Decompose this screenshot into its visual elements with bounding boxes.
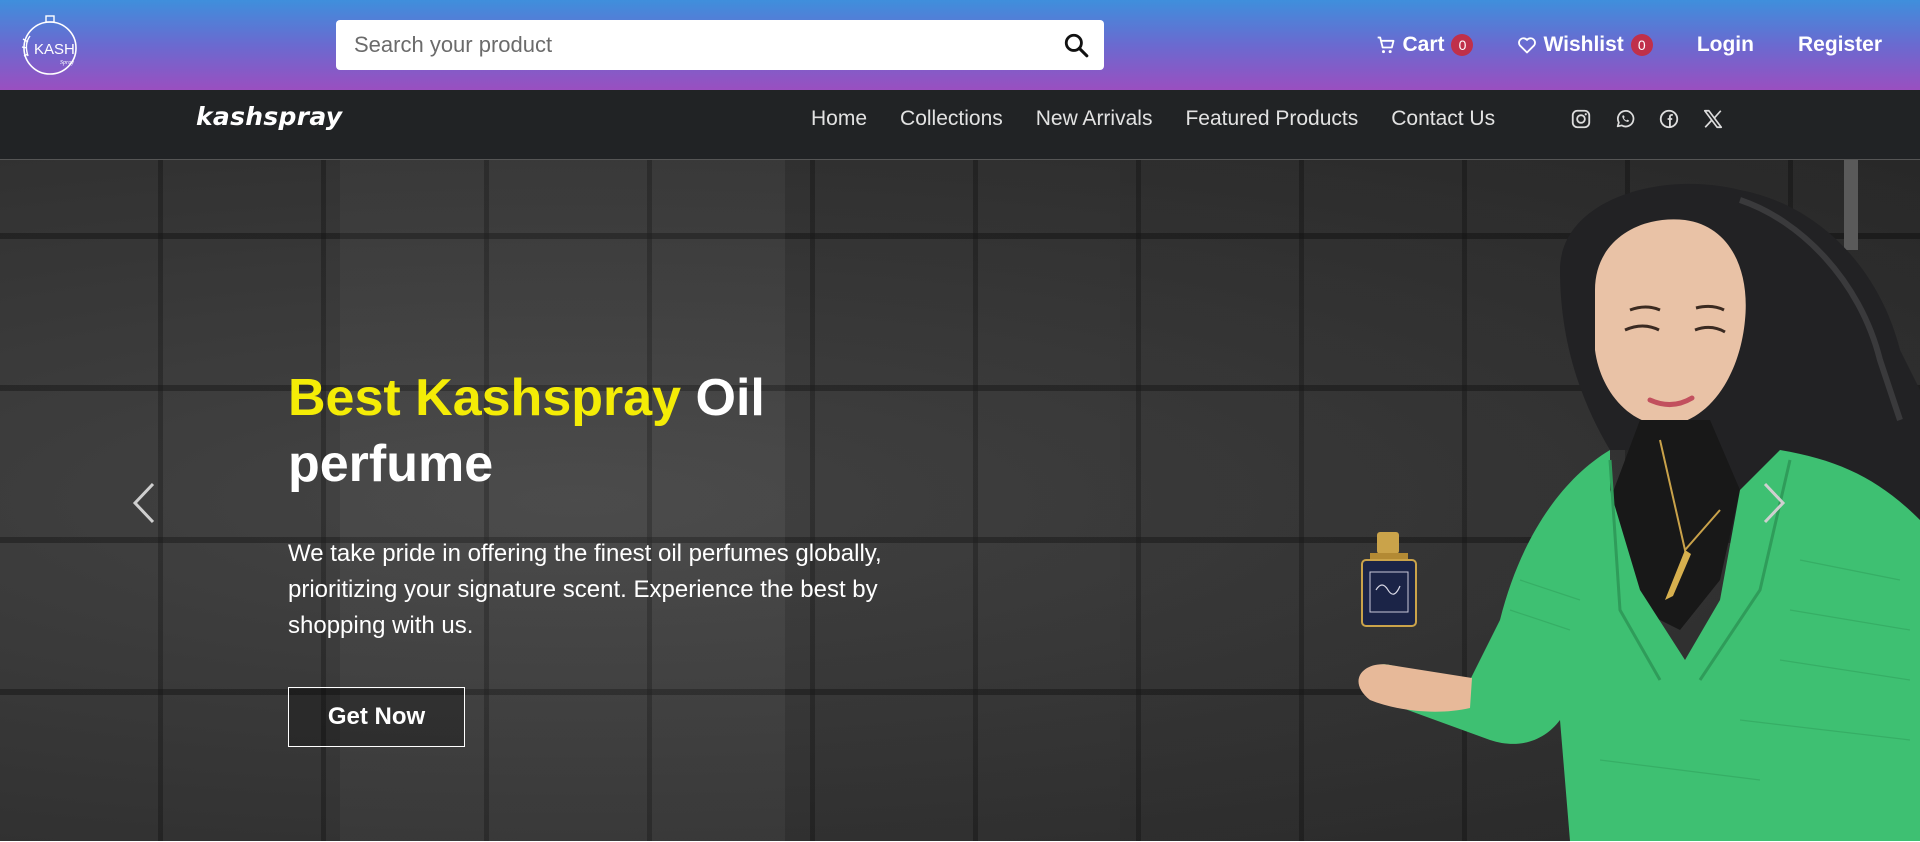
nav-contact-us[interactable]: Contact Us [1391,107,1495,131]
instagram-icon [1571,109,1591,129]
cart-count-badge: 0 [1451,34,1474,56]
search-icon [1064,33,1089,58]
facebook-icon [1659,109,1679,129]
hero-description: We take pride in offering the finest oil… [288,540,882,639]
cart-label: Cart [1402,33,1445,56]
instagram-link[interactable] [1570,108,1592,130]
get-now-button[interactable]: Get Now [288,687,465,747]
hero-headline-highlight: Best Kashspray [288,369,682,427]
nav-new-arrivals[interactable]: New Arrivals [1036,107,1153,131]
cart-link[interactable]: Cart 0 [1376,33,1474,57]
svg-text:Spray: Spray [60,60,74,66]
wishlist-label: Wishlist [1543,33,1624,56]
facebook-link[interactable] [1658,108,1680,130]
site-logo[interactable]: KASH Spray [12,12,88,78]
nav-home[interactable]: Home [811,107,867,131]
wishlist-count-badge: 0 [1630,34,1653,56]
cart-icon [1378,36,1395,54]
hero-model-image [1140,160,1920,841]
main-navbar: kashspray Home Collections New Arrivals … [0,90,1920,160]
hero-headline: Best Kashspray Oil perfume [288,365,848,497]
chevron-left-icon [132,482,155,524]
wishlist-link[interactable]: Wishlist 0 [1517,33,1653,57]
top-header: KASH Spray Cart 0 Wishlist 0 [0,0,1920,90]
register-link[interactable]: Register [1798,33,1882,57]
brand-name[interactable]: kashspray [196,102,342,131]
nav-collections[interactable]: Collections [900,107,1003,131]
whatsapp-icon [1616,110,1635,128]
svg-text:KASH: KASH [34,41,75,58]
nav-featured-products[interactable]: Featured Products [1185,107,1358,131]
x-twitter-icon [1703,109,1723,129]
hero-carousel: Best Kashspray Oil perfume We take pride… [0,160,1920,841]
social-links [1570,108,1746,130]
model-illustration [1358,160,1920,841]
whatsapp-link[interactable] [1614,108,1636,130]
account-actions: Cart 0 Wishlist 0 Login Register [1376,0,1882,90]
chevron-right-icon [1763,482,1786,524]
logo-mark: KASH Spray [21,15,77,75]
heart-icon [1518,37,1537,54]
search-bar [336,20,1104,70]
login-link[interactable]: Login [1697,33,1754,57]
search-button[interactable] [1048,20,1104,70]
search-input[interactable] [336,20,1048,70]
carousel-next-button[interactable] [1759,480,1789,526]
carousel-prev-button[interactable] [129,480,159,526]
nav-links: Home Collections New Arrivals Featured P… [811,90,1528,148]
x-twitter-link[interactable] [1702,108,1724,130]
